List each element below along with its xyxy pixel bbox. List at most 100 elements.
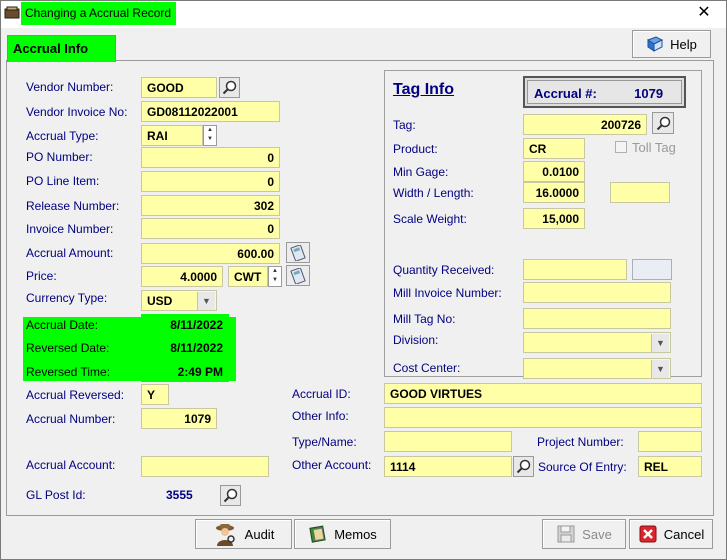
- save-button[interactable]: Save: [542, 519, 626, 549]
- vendor-invoice-field[interactable]: GD08112022001: [141, 101, 280, 122]
- po-line-item-field[interactable]: 0: [141, 171, 280, 192]
- price-unit-field[interactable]: CWT: [228, 266, 268, 287]
- type-name-label: Type/Name:: [292, 435, 357, 449]
- accrual-reversed-field[interactable]: Y: [141, 384, 169, 405]
- quantity-unit-field: [632, 259, 672, 280]
- gl-post-lookup-button[interactable]: [220, 485, 241, 506]
- accrual-account-field[interactable]: [141, 456, 269, 477]
- other-account-label: Other Account:: [292, 458, 372, 472]
- currency-type-select[interactable]: USD ▼: [141, 290, 217, 311]
- scale-weight-label: Scale Weight:: [393, 212, 467, 226]
- vendor-number-label: Vendor Number:: [26, 80, 114, 94]
- reversed-time-label: Reversed Time:: [26, 365, 111, 379]
- accrual-number-label: Accrual Number:: [26, 412, 116, 426]
- length-field[interactable]: [610, 182, 670, 203]
- mill-invoice-number-field[interactable]: [523, 282, 671, 303]
- reversed-time-field: 2:49 PM: [141, 361, 229, 382]
- vendor-number-field[interactable]: GOOD: [141, 77, 217, 98]
- chevron-down-icon: ▼: [651, 334, 669, 352]
- calculator-icon: [290, 267, 306, 284]
- division-select[interactable]: ▼: [523, 332, 671, 353]
- chevron-down-icon: ▼: [651, 360, 669, 378]
- memos-button[interactable]: Memos: [294, 519, 391, 549]
- tag-label: Tag:: [393, 118, 416, 132]
- window-title: Changing a Accrual Record: [21, 2, 177, 25]
- source-of-entry-field[interactable]: REL: [638, 456, 702, 477]
- min-gage-field[interactable]: 0.0100: [523, 161, 585, 182]
- price-label: Price:: [26, 269, 57, 283]
- currency-type-value: USD: [147, 294, 173, 308]
- cost-center-label: Cost Center:: [393, 361, 461, 375]
- audit-button[interactable]: Audit: [195, 519, 292, 549]
- cancel-x-icon: [639, 525, 657, 543]
- project-number-label: Project Number:: [537, 435, 624, 449]
- po-number-field[interactable]: 0: [141, 147, 280, 168]
- cost-center-select[interactable]: ▼: [523, 358, 671, 379]
- toll-tag-checkbox[interactable]: [615, 141, 627, 153]
- accrual-id-field[interactable]: GOOD VIRTUES: [384, 383, 702, 404]
- min-gage-label: Min Gage:: [393, 165, 449, 179]
- tag-info-title: Tag Info: [393, 81, 455, 98]
- magnifier-icon: [223, 488, 238, 503]
- magnifier-icon: [516, 459, 531, 474]
- toll-tag-label: Toll Tag: [632, 140, 676, 155]
- close-button[interactable]: ✕: [681, 0, 727, 28]
- accrual-number-box-value: 1079: [634, 86, 664, 101]
- gl-post-id-label: GL Post Id:: [26, 488, 86, 502]
- accrual-amount-field[interactable]: 600.00: [141, 243, 280, 264]
- release-number-field[interactable]: 302: [141, 195, 280, 216]
- accrual-date-label: Accrual Date:: [26, 318, 99, 332]
- memo-book-icon: [309, 525, 326, 543]
- quantity-received-field[interactable]: [523, 259, 627, 280]
- source-of-entry-label: Source Of Entry:: [538, 460, 627, 474]
- accrual-type-label: Accrual Type:: [26, 129, 99, 143]
- tag-lookup-button[interactable]: [652, 112, 674, 134]
- other-account-field[interactable]: 1114: [384, 456, 512, 477]
- po-number-label: PO Number:: [26, 150, 93, 164]
- vendor-lookup-button[interactable]: [219, 77, 240, 98]
- mill-invoice-number-label: Mill Invoice Number:: [393, 286, 502, 300]
- accrual-number-box-label: Accrual #:: [534, 86, 597, 101]
- product-field[interactable]: CR: [523, 138, 585, 159]
- save-disk-icon: [557, 525, 575, 543]
- cancel-button[interactable]: Cancel: [629, 519, 713, 549]
- magnifier-icon: [656, 116, 670, 130]
- help-label: Help: [670, 36, 697, 52]
- tab-accrual-info[interactable]: Accrual Info: [7, 35, 116, 62]
- other-info-field[interactable]: [384, 407, 702, 428]
- accrual-number-field[interactable]: 1079: [141, 408, 217, 429]
- type-name-field[interactable]: [384, 431, 512, 452]
- auditor-icon: [215, 524, 235, 546]
- gl-post-id-value: 3555: [166, 488, 193, 502]
- scale-weight-field[interactable]: 15,000: [523, 208, 585, 229]
- other-info-label: Other Info:: [292, 409, 349, 423]
- tag-field[interactable]: 200726: [523, 114, 647, 135]
- reversed-date-field: 8/11/2022: [141, 337, 229, 358]
- currency-type-label: Currency Type:: [26, 291, 108, 305]
- calculator-button[interactable]: [286, 242, 310, 263]
- accrual-number-box-inner: Accrual #: 1079: [527, 80, 682, 104]
- accrual-type-field[interactable]: RAI: [141, 125, 203, 146]
- accrual-reversed-label: Accrual Reversed:: [26, 388, 125, 402]
- help-button[interactable]: Help: [632, 30, 711, 58]
- project-number-field[interactable]: [638, 431, 702, 452]
- mill-tag-no-field[interactable]: [523, 308, 671, 329]
- price-calculator-button[interactable]: [286, 265, 310, 286]
- price-field[interactable]: 4.0000: [141, 266, 223, 287]
- division-label: Division:: [393, 333, 439, 347]
- audit-label: Audit: [244, 526, 275, 542]
- close-icon: ✕: [697, 4, 711, 21]
- calculator-icon: [290, 244, 306, 261]
- width-field[interactable]: 16.0000: [523, 182, 585, 203]
- accrual-date-field: 8/11/2022: [141, 314, 229, 335]
- accrual-number-box: Accrual #: 1079: [523, 76, 686, 108]
- price-unit-spinner[interactable]: ▲ ▼: [268, 266, 282, 287]
- release-number-label: Release Number:: [26, 199, 120, 213]
- width-length-label: Width / Length:: [393, 186, 474, 200]
- other-account-lookup-button[interactable]: [513, 456, 534, 477]
- invoice-number-field[interactable]: 0: [141, 218, 280, 239]
- chevron-down-icon: ▼: [197, 292, 215, 310]
- memos-label: Memos: [334, 526, 377, 542]
- app-icon: [4, 6, 20, 19]
- accrual-type-spinner[interactable]: ▲ ▼: [203, 125, 217, 146]
